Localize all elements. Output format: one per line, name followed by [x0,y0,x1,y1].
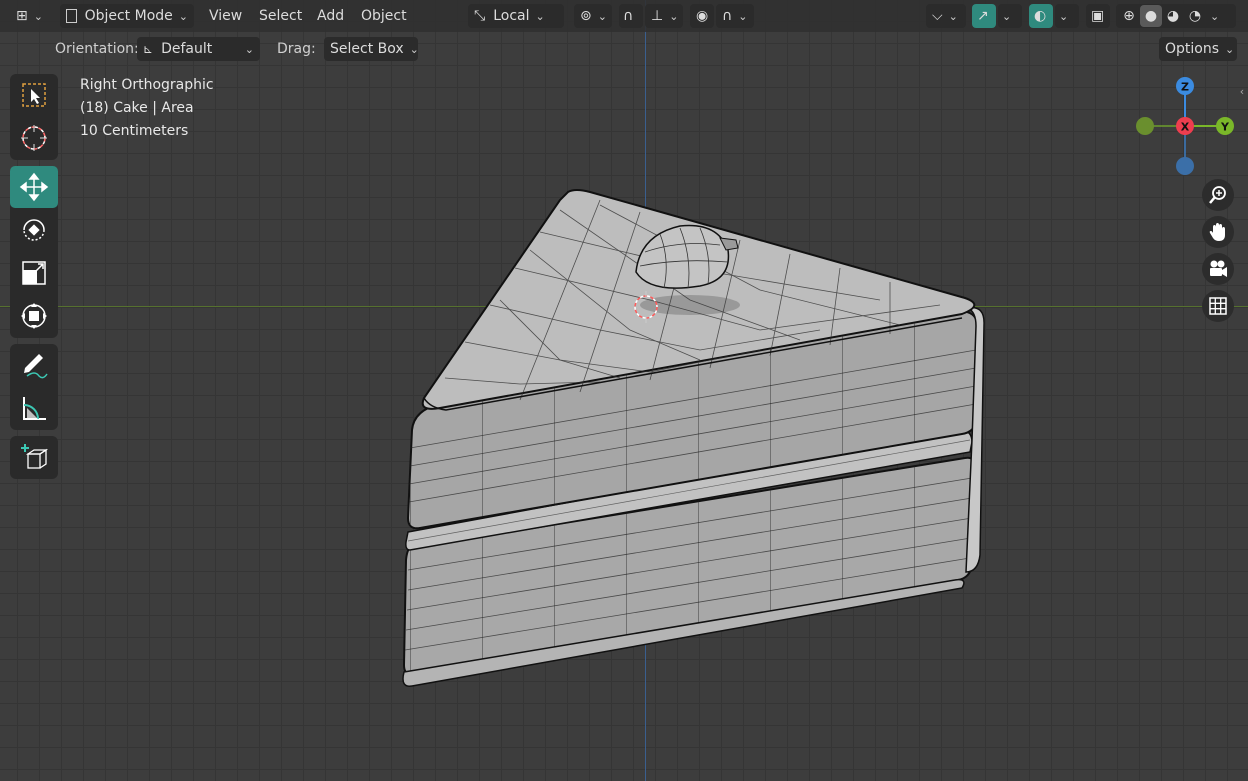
hand-icon [1209,223,1225,241]
menu-object[interactable]: Object [361,8,407,24]
measure-tool[interactable] [10,387,58,429]
options-dropdown[interactable]: Options ⌄ [1159,37,1237,61]
transform-tool[interactable] [10,295,58,337]
cake-mesh[interactable] [0,0,1248,781]
toggle-perspective-button[interactable] [1202,290,1234,322]
object-mode-icon [66,9,77,23]
proportional-edit-icon: ◉ [696,8,709,24]
sidebar-toggle[interactable]: ‹ [1236,84,1248,100]
move-tool[interactable] [10,166,58,208]
orientation-icon: ⤡ [474,8,486,24]
xray-toggle[interactable]: ▣ [1086,4,1110,28]
pivot-icon: ⊚ [580,8,592,24]
annotate-tool[interactable] [10,344,58,386]
orientation-axes-icon: ⊾ [143,42,154,56]
rendered-shading-icon[interactable]: ◔ [1184,8,1206,24]
move-icon [19,172,49,202]
orientation-dropdown[interactable]: ⊾ Default ⌄ [137,37,260,61]
cursor-icon [21,125,47,151]
overlays-toggle[interactable]: ◐ [1029,4,1053,28]
menu-add[interactable]: Add [317,8,344,24]
scale-info: 10 Centimeters [80,123,189,139]
proportional-edit-toggle[interactable]: ◉ [690,4,714,28]
3d-viewport[interactable] [0,0,1248,781]
y-axis-label: Y [1220,121,1230,134]
falloff-curve-icon: ∩ [722,8,733,24]
y-axis-handle[interactable]: Y [1216,117,1234,135]
nut-decoration [635,224,740,315]
transform-orientation-dropdown[interactable]: ⤡ Local ⌄ [468,4,564,28]
snap-toggle[interactable]: ∩ [619,4,643,28]
mode-label: Object Mode [84,8,173,24]
grid-icon [1209,297,1227,315]
scale-tool[interactable] [10,252,58,294]
options-label: Options [1165,41,1220,57]
rotate-tool[interactable] [10,209,58,251]
shading-mode-group: ⊕ ● ◕ ◔ ⌄ [1116,4,1236,28]
drag-label: Drag: [277,41,316,57]
solid-shading-icon[interactable]: ● [1140,5,1162,27]
toolbar-group-transform [10,166,58,338]
transform-orientation-label: Local [493,8,530,24]
z-axis-label: Z [1181,81,1189,94]
gizmo-toggle[interactable]: ↗ [972,4,996,28]
select-box-icon [22,83,46,107]
chevron-down-icon: ⌄ [244,42,254,56]
editor-type-icon: ⊞ [16,8,28,24]
navigation-gizmo[interactable]: Z Y X [1125,75,1245,185]
drag-value: Select Box [330,41,404,57]
snap-target-dropdown[interactable]: ⊥ ⌄ [645,4,683,28]
measure-icon [23,397,46,420]
gizmo-icon: ↗ [977,8,989,24]
overlays-icon: ◐ [1034,8,1047,24]
chevron-down-icon: ⌄ [1002,9,1012,23]
add-cube-tool[interactable] [10,436,58,478]
pan-button[interactable] [1202,216,1234,248]
select-box-tool[interactable] [10,74,58,116]
rotate-icon [23,219,45,241]
x-axis-label: X [1181,121,1190,134]
neg-z-axis-handle[interactable] [1176,157,1194,175]
add-cube-icon [21,444,49,469]
cursor-tool[interactable] [10,117,58,159]
x-axis-handle[interactable]: X [1176,117,1194,135]
wireframe-shading-icon[interactable]: ⊕ [1118,8,1140,24]
toolbar-group-select [10,74,58,160]
falloff-dropdown[interactable]: ∩ ⌄ [716,4,754,28]
overlays-dropdown[interactable]: ⌄ [1055,4,1079,28]
scale-icon [22,261,46,285]
camera-view-button[interactable] [1202,253,1234,285]
chevron-down-icon: ⌄ [1059,9,1069,23]
viewport-header: ⊞ ⌄ Object Mode ⌄ View Select Add Object ⤡… [0,0,1248,32]
menu-view[interactable]: View [209,8,242,24]
z-axis-handle[interactable]: Z [1176,77,1194,95]
view-name: Right Orthographic [80,77,214,93]
zoom-icon [1209,186,1226,204]
object-info: (18) Cake | Area [80,100,194,116]
drag-dropdown[interactable]: Select Box ⌄ [324,37,419,61]
menu-select[interactable]: Select [259,8,302,24]
camera-icon [1210,260,1227,277]
magnet-icon: ∩ [623,8,634,24]
snap-increment-icon: ⊥ [651,8,664,24]
visibility-icon: ⌵ [932,8,943,24]
orientation-value: Default [161,41,213,57]
pivot-point-dropdown[interactable]: ⊚ ⌄ [574,4,612,28]
material-shading-icon[interactable]: ◕ [1162,8,1184,24]
toolbar-group-add [10,436,58,479]
chevron-down-icon[interactable]: ⌄ [1210,10,1219,23]
orientation-label: Orientation: [55,41,139,57]
toolbar-group-annotate [10,344,58,430]
mode-dropdown[interactable]: Object Mode ⌄ [60,4,194,28]
object-visibility-dropdown[interactable]: ⌵ ⌄ [926,4,966,28]
xray-icon: ▣ [1091,8,1105,24]
neg-y-axis-handle[interactable] [1136,117,1154,135]
zoom-button[interactable] [1202,179,1234,211]
gizmo-dropdown[interactable]: ⌄ [998,4,1022,28]
annotate-icon [24,354,48,379]
transform-icon [21,303,47,329]
editor-type-button[interactable]: ⊞ ⌄ [10,4,50,28]
